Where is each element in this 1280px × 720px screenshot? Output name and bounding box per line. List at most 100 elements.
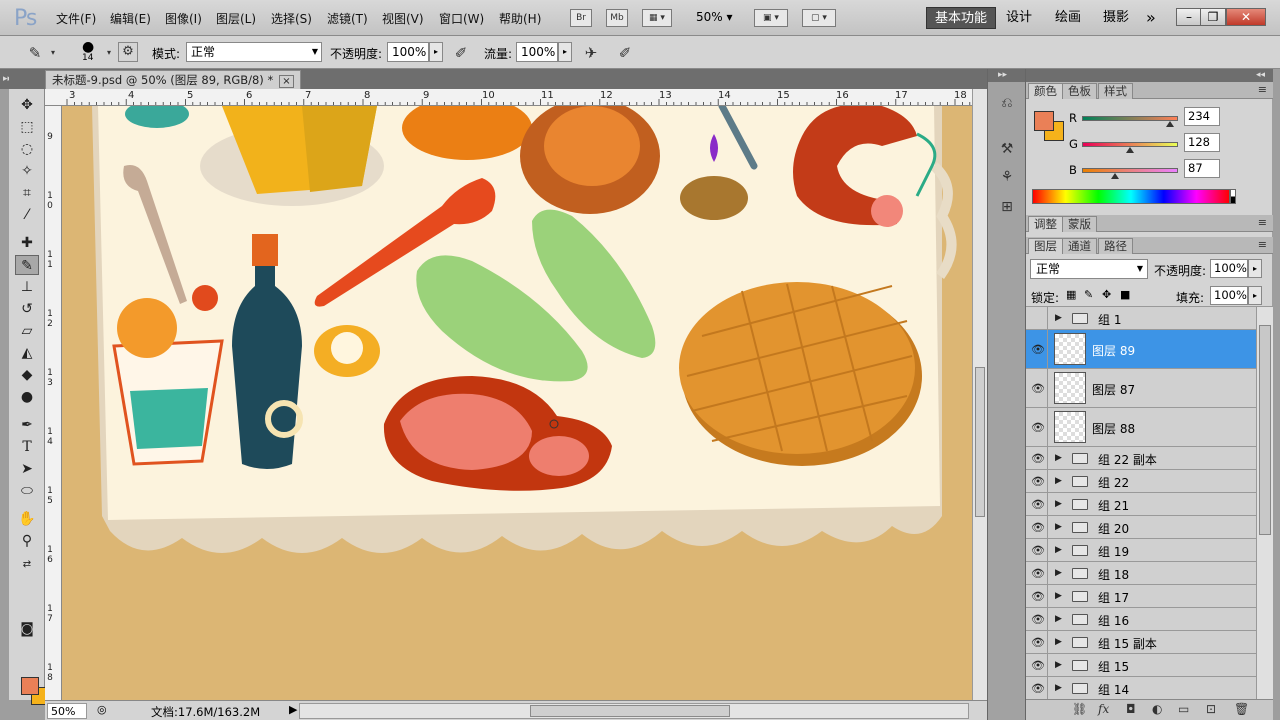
brush-presets-icon[interactable]: ⊞ (994, 195, 1020, 219)
menu-image[interactable]: 图像(I) (165, 10, 202, 27)
clone-source-icon[interactable]: ⚘ (994, 165, 1020, 189)
tab-styles[interactable]: 样式 (1098, 83, 1133, 99)
layer-visibility-toggle[interactable]: 👁 (1028, 677, 1048, 699)
tab-color[interactable]: 颜色 (1028, 83, 1063, 99)
view-extras-button[interactable]: ▦ ▾ (642, 9, 672, 27)
panels-collapse-button[interactable]: ◂◂ (1026, 69, 1273, 82)
workspace-painting[interactable]: 绘画 (1047, 7, 1089, 29)
layer-visibility-toggle[interactable]: 👁 (1028, 330, 1048, 369)
adjustment-layer-icon[interactable]: ◐ (1152, 702, 1162, 716)
channel-b-input[interactable]: 87 (1184, 159, 1220, 178)
layer-row[interactable]: 👁 图层 87 (1026, 369, 1256, 408)
eraser-tool-icon[interactable]: ▱ (15, 321, 39, 341)
tab-swatches[interactable]: 色板 (1062, 83, 1097, 99)
marquee-tool-icon[interactable]: ⬚ (15, 117, 39, 137)
layer-row[interactable]: 👁 ▶ 组 21 (1026, 493, 1256, 516)
layer-visibility-toggle[interactable]: 👁 (1028, 408, 1048, 447)
fill-input[interactable]: 100% (1210, 286, 1248, 305)
layer-row[interactable]: 👁 ▶ 组 17 (1026, 585, 1256, 608)
fill-slider[interactable]: ▸ (1248, 286, 1262, 305)
minibridge-button[interactable]: Mb (606, 9, 628, 27)
layer-row[interactable]: ▶ 组 1 (1026, 307, 1256, 330)
channel-g-thumb[interactable] (1126, 147, 1135, 153)
layer-style-icon[interactable]: fx (1098, 702, 1109, 716)
menu-help[interactable]: 帮助(H) (499, 10, 541, 27)
workspace-photography[interactable]: 摄影 (1095, 7, 1137, 29)
layer-visibility-toggle[interactable]: 👁 (1028, 631, 1048, 654)
tab-masks[interactable]: 蒙版 (1062, 216, 1097, 232)
color-panel-foreground[interactable] (1034, 111, 1054, 131)
expand-group-icon[interactable]: ▶ (1055, 591, 1062, 601)
opacity-input[interactable]: 100% (387, 42, 429, 62)
layer-opacity-slider[interactable]: ▸ (1248, 259, 1262, 278)
canvas-vertical-scroll-thumb[interactable] (975, 367, 985, 517)
shape-tool-icon[interactable]: ⬭ (15, 481, 39, 501)
menu-filter[interactable]: 滤镜(T) (327, 10, 368, 27)
brush-panel-toggle-icon[interactable]: ⚙ (118, 42, 138, 62)
add-mask-icon[interactable]: ◘ (1126, 702, 1136, 716)
layer-row[interactable]: 👁 ▶ 组 22 (1026, 470, 1256, 493)
flow-input[interactable]: 100% (516, 42, 558, 62)
layer-row[interactable]: 👁 ▶ 组 22 副本 (1026, 447, 1256, 470)
menu-view[interactable]: 视图(V) (382, 10, 424, 27)
delete-layer-icon[interactable]: 🗑 (1234, 702, 1249, 716)
expand-group-icon[interactable]: ▶ (1055, 453, 1062, 463)
expand-group-icon[interactable]: ▶ (1055, 660, 1062, 670)
layer-visibility-toggle[interactable]: 👁 (1028, 516, 1048, 539)
close-window-button[interactable]: ✕ (1226, 8, 1266, 26)
layer-visibility-toggle[interactable]: 👁 (1028, 447, 1048, 470)
lasso-tool-icon[interactable]: ◌ (15, 139, 39, 159)
layer-row[interactable]: 👁 ▶ 组 19 (1026, 539, 1256, 562)
expand-group-icon[interactable]: ▶ (1055, 568, 1062, 578)
history-panel-icon[interactable]: ⎌ (994, 91, 1020, 115)
arrange-documents-button[interactable]: ▣ ▾ (754, 9, 788, 27)
lock-pixels-icon[interactable]: ✎ (1084, 288, 1093, 301)
tab-layers[interactable]: 图层 (1028, 238, 1063, 254)
layer-row[interactable]: 👁 ▶ 组 16 (1026, 608, 1256, 631)
tool-presets-icon[interactable]: ⚒ (994, 137, 1020, 161)
workspace-more-button[interactable]: » (1138, 7, 1164, 29)
swap-colors-icon[interactable]: ⇄ (15, 555, 39, 575)
crop-tool-icon[interactable]: ⌗ (15, 183, 39, 203)
document-canvas[interactable] (62, 106, 972, 700)
canvas-horizontal-scroll-thumb[interactable] (530, 705, 730, 717)
quick-mask-icon[interactable]: ◙ (15, 619, 39, 639)
layer-visibility-toggle[interactable]: 👁 (1028, 470, 1048, 493)
menu-layer[interactable]: 图层(L) (216, 10, 256, 27)
clone-stamp-tool-icon[interactable]: ⊥ (15, 277, 39, 297)
layer-visibility-toggle[interactable]: 👁 (1028, 654, 1048, 677)
tab-paths[interactable]: 路径 (1098, 238, 1133, 254)
brush-tool-icon[interactable]: ✎ (15, 255, 39, 275)
expand-group-icon[interactable]: ▶ (1055, 637, 1062, 647)
layer-visibility-toggle[interactable]: 👁 (1028, 562, 1048, 585)
panel-strip-collapse[interactable]: ▸▸ (988, 69, 1026, 82)
expand-group-icon[interactable]: ▶ (1055, 313, 1062, 323)
hand-tool-icon[interactable]: ✋ (15, 509, 39, 529)
tab-adjustments[interactable]: 调整 (1028, 216, 1063, 232)
tab-channels[interactable]: 通道 (1062, 238, 1097, 254)
path-select-tool-icon[interactable]: ➤ (15, 459, 39, 479)
link-layers-icon[interactable]: ⛓ (1072, 702, 1087, 716)
canvas-vertical-scrollbar[interactable] (972, 89, 987, 700)
status-expand-arrow[interactable]: ▶ (289, 703, 297, 716)
layer-row[interactable]: 👁 ▶ 组 14 (1026, 677, 1256, 699)
workspace-essentials[interactable]: 基本功能 (926, 7, 997, 29)
lock-all-icon[interactable]: ■ (1120, 288, 1130, 301)
expand-group-icon[interactable]: ▶ (1055, 614, 1062, 624)
restore-button[interactable]: ❐ (1200, 8, 1226, 26)
foreground-color-swatch[interactable] (21, 677, 39, 695)
channel-b-slider[interactable] (1082, 168, 1178, 173)
layer-visibility-toggle[interactable]: 👁 (1028, 585, 1048, 608)
history-brush-tool-icon[interactable]: ↺ (15, 299, 39, 319)
layer-opacity-input[interactable]: 100% (1210, 259, 1248, 278)
layer-visibility-toggle[interactable]: 👁 (1028, 493, 1048, 516)
close-document-button[interactable]: × (279, 75, 294, 88)
dodge-tool-icon[interactable]: ● (15, 387, 39, 407)
bridge-button[interactable]: Br (570, 9, 592, 27)
quick-select-tool-icon[interactable]: ✧ (15, 161, 39, 181)
channel-r-input[interactable]: 234 (1184, 107, 1220, 126)
eyedropper-tool-icon[interactable]: ⁄ (15, 205, 39, 225)
opacity-slider-button[interactable]: ▸ (429, 42, 443, 62)
expand-group-icon[interactable]: ▶ (1055, 522, 1062, 532)
color-black-white-bar[interactable] (1230, 189, 1236, 204)
